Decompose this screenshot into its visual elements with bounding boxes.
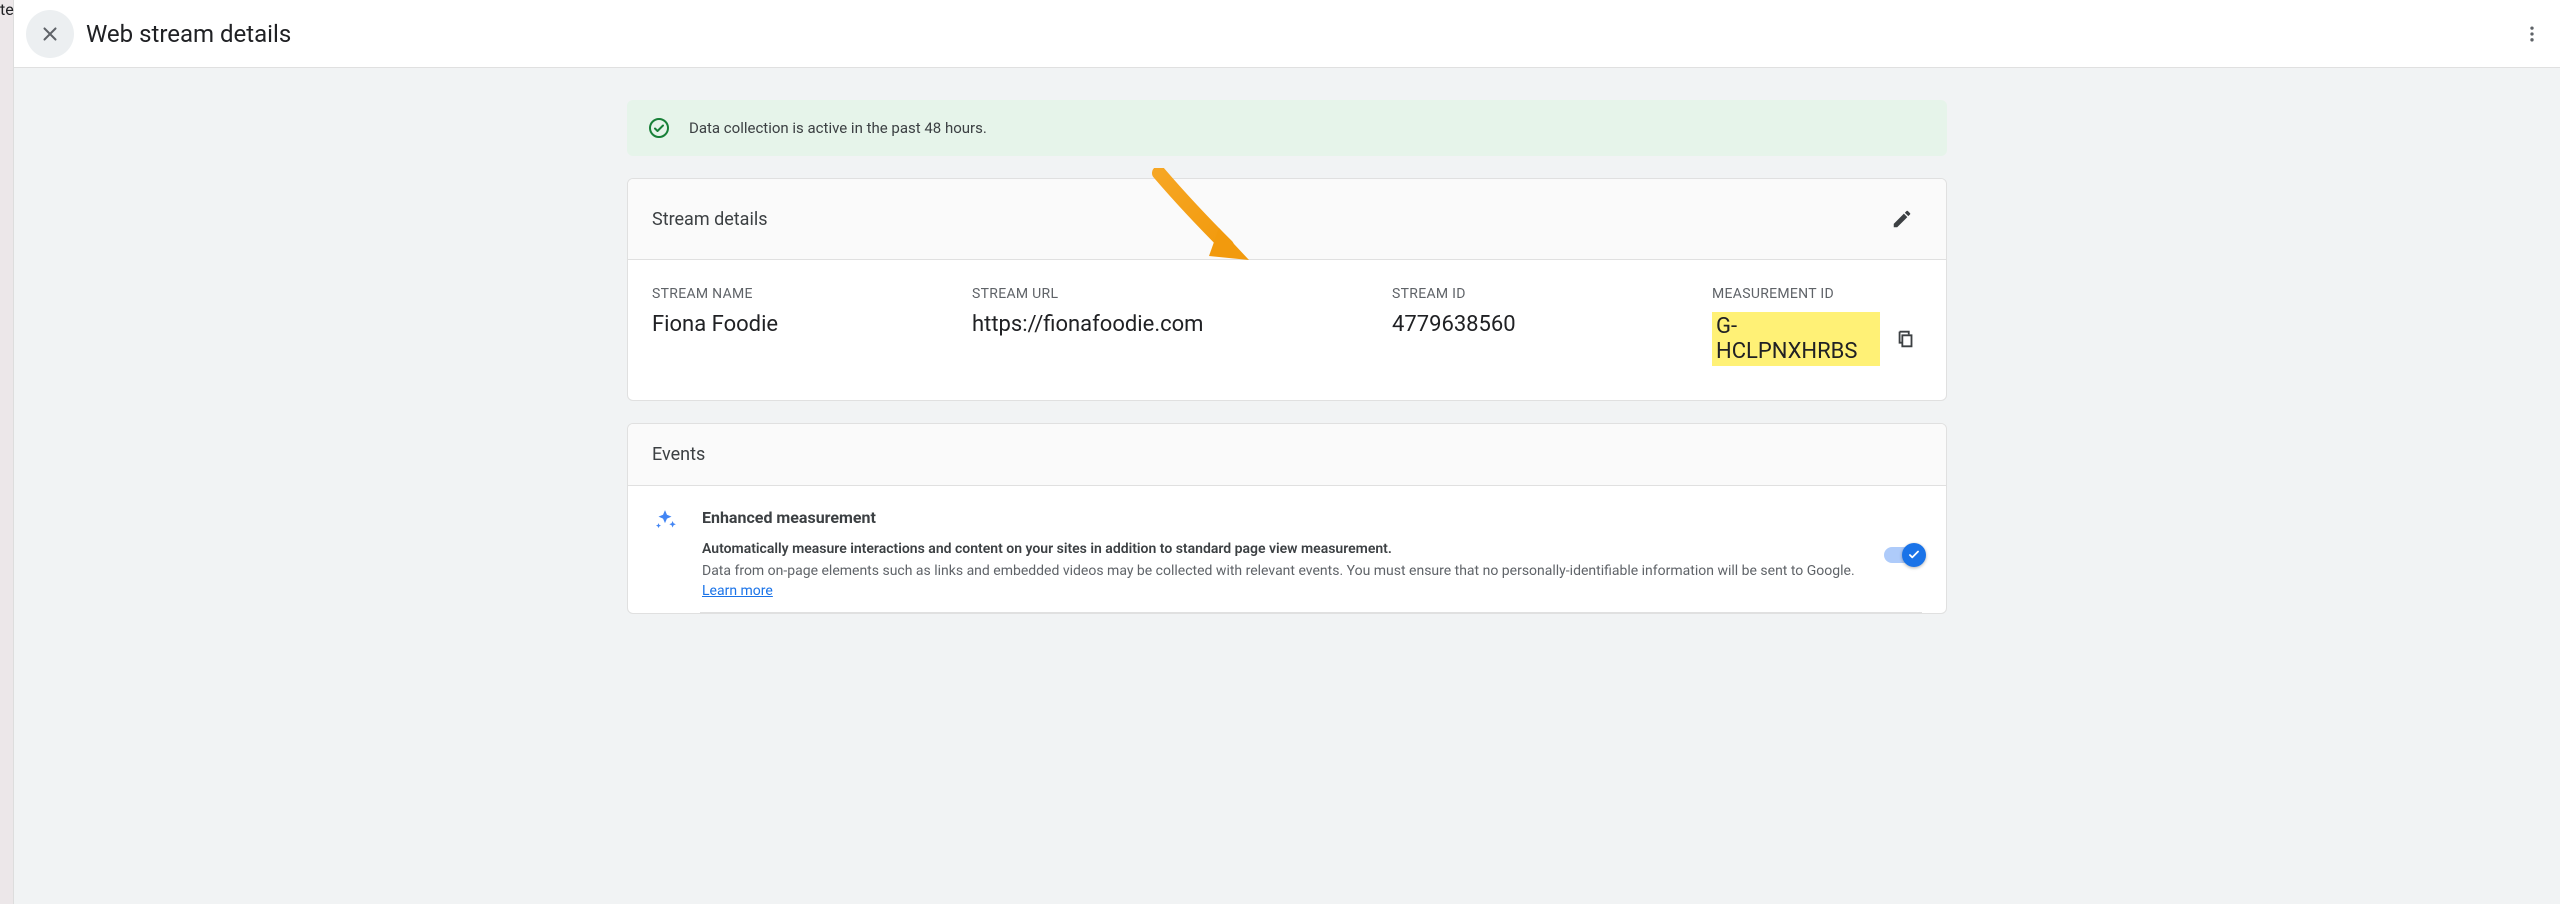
pencil-icon [1891, 208, 1913, 230]
overflow-menu-button[interactable] [2512, 14, 2552, 54]
measurement-id-field: MEASUREMENT ID G-HCLPNXHRBS [1712, 286, 1922, 366]
stream-name-value: Fiona Foodie [652, 312, 972, 337]
status-banner: Data collection is active in the past 48… [627, 100, 1947, 156]
check-icon [1907, 548, 1921, 562]
stream-url-field: STREAM URL https://fionafoodie.com [972, 286, 1392, 366]
stream-details-header: Stream details [628, 179, 1946, 260]
stream-details-card: Stream details STREAM NAME Fiona Foodie … [627, 178, 1947, 401]
check-circle-icon [647, 116, 671, 140]
copy-icon [1895, 328, 1917, 350]
background-sliver: te [0, 0, 14, 904]
more-vert-icon [2522, 24, 2542, 44]
divider [700, 612, 1922, 613]
edit-stream-button[interactable] [1882, 199, 1922, 239]
stream-details-body: STREAM NAME Fiona Foodie STREAM URL http… [628, 260, 1946, 400]
enhanced-measurement-toggle[interactable] [1884, 547, 1922, 563]
events-header: Events [628, 424, 1946, 486]
events-title: Events [652, 444, 705, 465]
learn-more-link[interactable]: Learn more [702, 583, 773, 599]
stream-name-label: STREAM NAME [652, 286, 972, 302]
enhanced-measurement-line2: Data from on-page elements such as links… [702, 561, 1862, 602]
close-button[interactable] [26, 10, 74, 58]
page-title: Web stream details [86, 20, 2512, 48]
stream-id-field: STREAM ID 4779638560 [1392, 286, 1712, 366]
stream-url-value: https://fionafoodie.com [972, 312, 1392, 337]
measurement-id-value: G-HCLPNXHRBS [1712, 312, 1880, 366]
enhanced-measurement-line1: Automatically measure interactions and c… [702, 541, 1862, 557]
measurement-id-label: MEASUREMENT ID [1712, 286, 1922, 302]
stream-name-field: STREAM NAME Fiona Foodie [652, 286, 972, 366]
panel: Web stream details Data collection is ac… [14, 0, 2560, 904]
stream-id-label: STREAM ID [1392, 286, 1712, 302]
content: Data collection is active in the past 48… [627, 68, 1947, 646]
stream-details-title: Stream details [652, 209, 768, 230]
status-message: Data collection is active in the past 48… [689, 119, 987, 137]
enhanced-measurement-row: Enhanced measurement Automatically measu… [628, 486, 1946, 612]
panel-header: Web stream details [14, 0, 2560, 68]
stream-url-label: STREAM URL [972, 286, 1392, 302]
copy-measurement-id-button[interactable] [1890, 323, 1922, 355]
enhanced-measurement-title: Enhanced measurement [702, 508, 1862, 527]
stream-id-value: 4779638560 [1392, 312, 1712, 337]
close-icon [39, 23, 61, 45]
sparkle-icon [652, 508, 680, 538]
events-card: Events Enhanced measurement Automaticall… [627, 423, 1947, 614]
